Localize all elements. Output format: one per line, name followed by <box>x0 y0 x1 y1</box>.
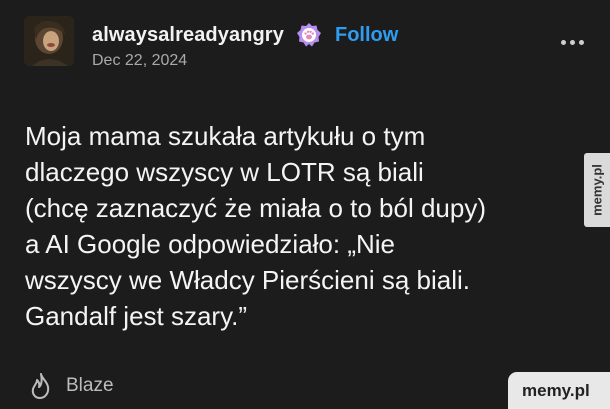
corner-watermark-text: memy.pl <box>522 381 590 400</box>
post-body: Moja mama szukała artykułu o tym dlaczeg… <box>25 118 585 334</box>
corner-watermark: memy.pl <box>508 372 610 409</box>
post-date: Dec 22, 2024 <box>92 52 188 69</box>
post-card: alwaysalreadyangry Follow Dec 22, 2024 M… <box>0 0 610 409</box>
more-dot <box>561 40 566 45</box>
paw-badge-icon <box>296 22 322 48</box>
post-body-line: a AI Google odpowiedziało: „Nie <box>25 229 396 259</box>
more-dot <box>570 40 575 45</box>
flame-icon <box>31 373 50 399</box>
side-watermark-text: memy.pl <box>589 164 605 216</box>
post-body-line: Gandalf jest szary.” <box>25 301 248 331</box>
more-dots-icon[interactable] <box>558 36 588 50</box>
post-body-line: (chcę zaznaczyć że miała o to ból dupy) <box>25 193 486 223</box>
post-body-line: wszyscy we Władcy Pierścieni są biali. <box>25 265 471 295</box>
side-watermark: memy.pl <box>584 153 610 227</box>
avatar-portrait-image <box>24 16 74 66</box>
post-body-line: Moja mama szukała artykułu o tym <box>25 121 426 151</box>
more-dot <box>579 40 584 45</box>
blaze-label: Blaze <box>66 375 114 396</box>
username[interactable]: alwaysalreadyangry <box>92 24 284 47</box>
avatar[interactable] <box>24 16 74 66</box>
post-body-line: dlaczego wszyscy w LOTR są biali <box>25 157 424 187</box>
follow-button[interactable]: Follow <box>335 24 398 47</box>
